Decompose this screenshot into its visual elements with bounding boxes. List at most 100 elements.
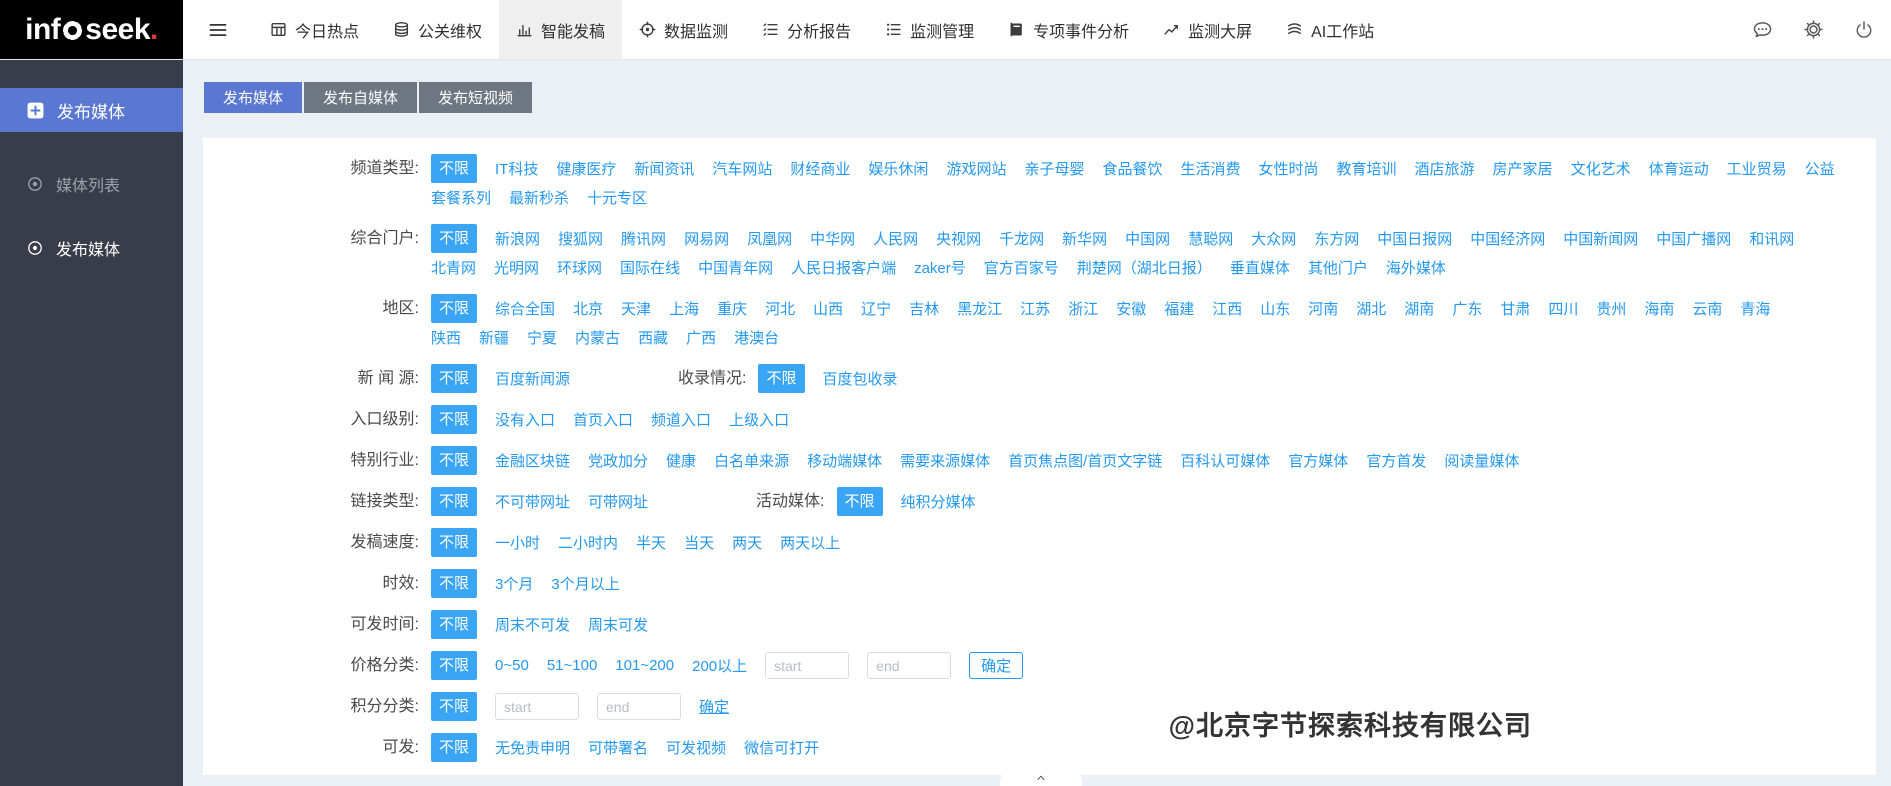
filter-option[interactable]: 央视网 xyxy=(936,228,981,249)
filter-option[interactable]: 200以上 xyxy=(692,655,747,676)
filter-option[interactable]: 新浪网 xyxy=(495,228,540,249)
filter-option[interactable]: 大众网 xyxy=(1251,228,1296,249)
filter-option[interactable]: 首页入口 xyxy=(573,409,633,430)
filter-option[interactable]: 河北 xyxy=(765,298,795,319)
filter-option[interactable]: 教育培训 xyxy=(1337,158,1397,179)
filter-option[interactable]: 腾讯网 xyxy=(621,228,666,249)
filter-option[interactable]: 文化艺术 xyxy=(1571,158,1631,179)
filter-option[interactable]: 官方媒体 xyxy=(1288,450,1348,471)
filter-option[interactable]: 新疆 xyxy=(479,327,509,348)
filter-option[interactable]: 贵州 xyxy=(1596,298,1626,319)
filter-option[interactable]: 中国日报网 xyxy=(1377,228,1452,249)
filter-option[interactable]: 江苏 xyxy=(1020,298,1050,319)
filter-option-selected[interactable]: 不限 xyxy=(431,610,477,639)
filter-option[interactable]: 二小时内 xyxy=(558,532,618,553)
filter-option[interactable]: 甘肃 xyxy=(1500,298,1530,319)
filter-option-selected[interactable]: 不限 xyxy=(431,446,477,475)
filter-option[interactable]: 工业贸易 xyxy=(1727,158,1787,179)
filter-option[interactable]: 内蒙古 xyxy=(575,327,620,348)
filter-option[interactable]: 陕西 xyxy=(431,327,461,348)
filter-option[interactable]: 最新秒杀 xyxy=(509,187,569,208)
filter-option[interactable]: 纯积分媒体 xyxy=(901,491,976,512)
filter-option[interactable]: 中国青年网 xyxy=(698,257,773,278)
filter-option[interactable]: 当天 xyxy=(684,532,714,553)
filter-option[interactable]: 浙江 xyxy=(1068,298,1098,319)
filter-option[interactable]: 中国广播网 xyxy=(1656,228,1731,249)
filter-option[interactable]: 可带网址 xyxy=(588,491,648,512)
filter-option-selected[interactable]: 不限 xyxy=(431,569,477,598)
message-button[interactable] xyxy=(1751,18,1774,41)
filter-option[interactable]: 中国新闻网 xyxy=(1563,228,1638,249)
filter-option[interactable]: 宁夏 xyxy=(527,327,557,348)
filter-option[interactable]: 光明网 xyxy=(494,257,539,278)
filter-option[interactable]: 微信可打开 xyxy=(744,737,819,758)
filter-option[interactable]: 青海 xyxy=(1740,298,1770,319)
filter-option[interactable]: 游戏网站 xyxy=(946,158,1006,179)
filter-option[interactable]: 千龙网 xyxy=(999,228,1044,249)
filter-option[interactable]: 金融区块链 xyxy=(495,450,570,471)
filter-option[interactable]: 海外媒体 xyxy=(1386,257,1446,278)
filter-option[interactable]: 体育运动 xyxy=(1649,158,1709,179)
confirm-button[interactable]: 确定 xyxy=(699,693,729,720)
filter-option[interactable]: 党政加分 xyxy=(588,450,648,471)
filter-option[interactable]: 北京 xyxy=(573,298,603,319)
filter-option[interactable]: 移动端媒体 xyxy=(807,450,882,471)
filter-option[interactable]: 重庆 xyxy=(717,298,747,319)
filter-option[interactable]: 其他门户 xyxy=(1308,257,1368,278)
confirm-button[interactable]: 确定 xyxy=(969,652,1023,679)
filter-option[interactable]: 0~50 xyxy=(495,657,529,674)
filter-option[interactable]: 慧聪网 xyxy=(1188,228,1233,249)
menu-toggle-button[interactable] xyxy=(183,0,253,59)
nav-item-今日热点[interactable]: 今日热点 xyxy=(253,0,376,59)
filter-option[interactable]: 需要来源媒体 xyxy=(900,450,990,471)
filter-option[interactable]: 没有入口 xyxy=(495,409,555,430)
filter-option[interactable]: 网易网 xyxy=(684,228,729,249)
filter-option[interactable]: 生活消费 xyxy=(1180,158,1240,179)
filter-option[interactable]: 健康医疗 xyxy=(556,158,616,179)
filter-option[interactable]: 周末不可发 xyxy=(495,614,570,635)
filter-option[interactable]: 云南 xyxy=(1692,298,1722,319)
filter-option[interactable]: 凤凰网 xyxy=(747,228,792,249)
collapse-toggle[interactable] xyxy=(1000,772,1082,786)
filter-option[interactable]: 两天 xyxy=(732,532,762,553)
filter-range-input[interactable] xyxy=(495,693,579,720)
filter-option[interactable]: 套餐系列 xyxy=(431,187,491,208)
filter-option[interactable]: 四川 xyxy=(1548,298,1578,319)
tab-发布短视频[interactable]: 发布短视频 xyxy=(419,82,532,113)
filter-option-selected[interactable]: 不限 xyxy=(431,733,477,762)
filter-option[interactable]: 广东 xyxy=(1452,298,1482,319)
filter-option[interactable]: 娱乐休闲 xyxy=(868,158,928,179)
gear-button[interactable] xyxy=(1802,18,1825,41)
filter-option[interactable]: 房产家居 xyxy=(1493,158,1553,179)
filter-option[interactable]: IT科技 xyxy=(495,158,538,179)
filter-option[interactable]: 首页焦点图/首页文字链 xyxy=(1008,450,1162,471)
filter-option[interactable]: 酒店旅游 xyxy=(1415,158,1475,179)
filter-option[interactable]: 新华网 xyxy=(1062,228,1107,249)
nav-item-AI工作站[interactable]: AI工作站 xyxy=(1269,0,1391,59)
filter-option-selected[interactable]: 不限 xyxy=(837,487,883,516)
filter-option[interactable]: 频道入口 xyxy=(651,409,711,430)
filter-option[interactable]: 山西 xyxy=(813,298,843,319)
filter-option[interactable]: 无免责申明 xyxy=(495,737,570,758)
filter-option[interactable]: 半天 xyxy=(636,532,666,553)
filter-option[interactable]: 荆楚网（湖北日报） xyxy=(1077,257,1212,278)
filter-option[interactable]: 51~100 xyxy=(547,657,597,674)
filter-option-selected[interactable]: 不限 xyxy=(431,405,477,434)
filter-option[interactable]: 官方百家号 xyxy=(984,257,1059,278)
filter-option[interactable]: 十元专区 xyxy=(587,187,647,208)
nav-item-监测管理[interactable]: 监测管理 xyxy=(868,0,991,59)
sidebar-item-媒体列表[interactable]: 媒体列表 xyxy=(0,162,183,206)
nav-item-公关维权[interactable]: 公关维权 xyxy=(376,0,499,59)
sidebar-item-发布媒体[interactable]: 发布媒体 xyxy=(0,226,183,270)
filter-option[interactable]: 山东 xyxy=(1260,298,1290,319)
filter-option[interactable]: 白名单来源 xyxy=(714,450,789,471)
filter-option[interactable]: 财经商业 xyxy=(790,158,850,179)
filter-option[interactable]: 官方首发 xyxy=(1366,450,1426,471)
filter-option[interactable]: 101~200 xyxy=(615,657,674,674)
filter-option-selected[interactable]: 不限 xyxy=(431,294,477,323)
filter-option[interactable]: 公益 xyxy=(1805,158,1835,179)
filter-option[interactable]: 河南 xyxy=(1308,298,1338,319)
filter-option[interactable]: 天津 xyxy=(621,298,651,319)
filter-option[interactable]: 湖北 xyxy=(1356,298,1386,319)
filter-option[interactable]: 百科认可媒体 xyxy=(1180,450,1270,471)
